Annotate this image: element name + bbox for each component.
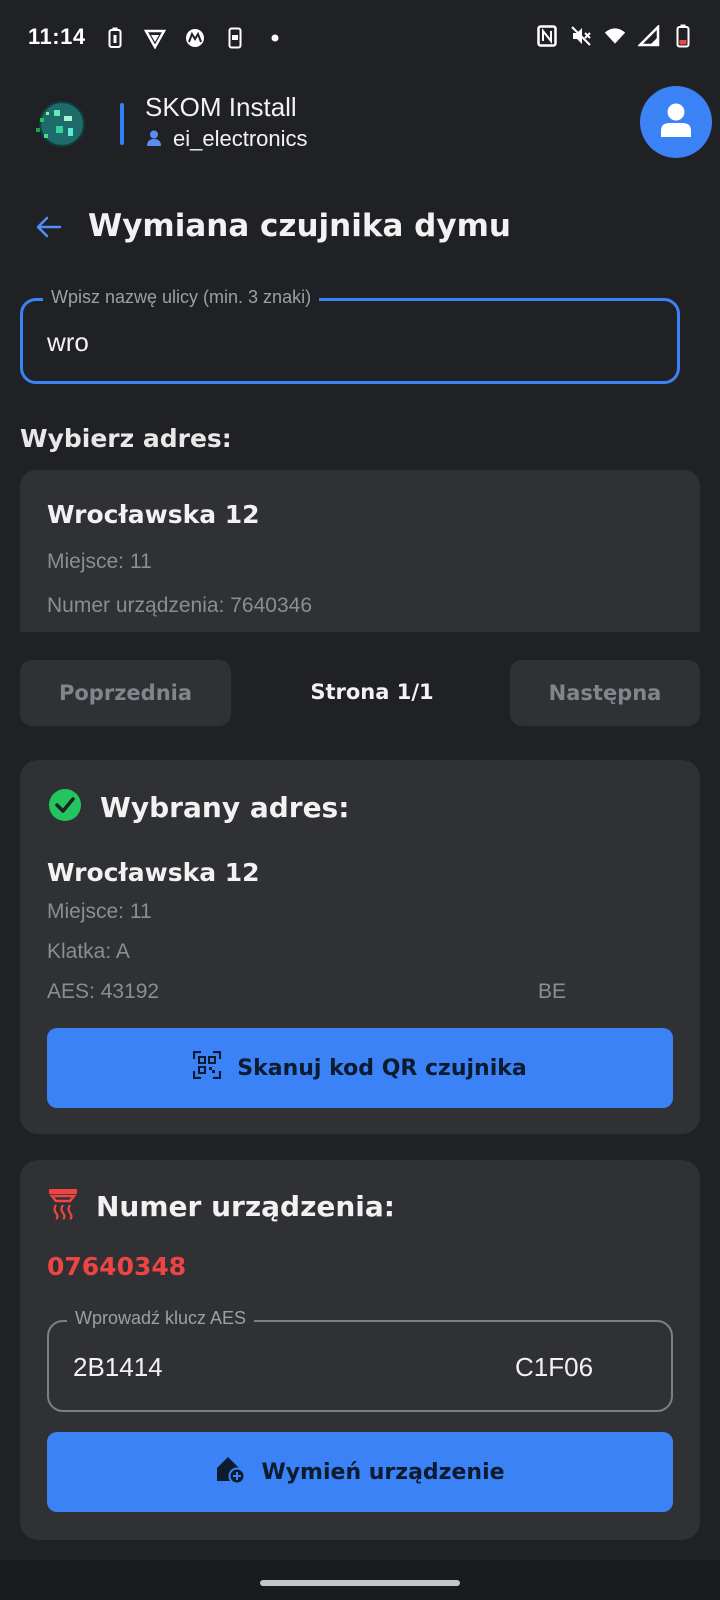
motorola-icon xyxy=(184,26,206,50)
device-header: Numer urządzenia: xyxy=(48,1188,395,1224)
header-divider xyxy=(120,103,124,145)
gesture-handle[interactable] xyxy=(260,1580,460,1586)
vpn-shield-icon xyxy=(144,26,166,50)
user-info: ei_electronics xyxy=(147,126,308,152)
next-page-button[interactable]: Następna xyxy=(510,660,700,726)
selected-place: Miejsce: 11 xyxy=(47,900,152,923)
system-nav-bar xyxy=(0,1560,720,1600)
back-button[interactable] xyxy=(24,204,74,254)
address-device-number: Numer urządzenia: 7640346 xyxy=(47,594,313,617)
device-card: Numer urządzenia: 07640348 Wprowadź kluc… xyxy=(20,1160,700,1540)
status-bar: 11:14 xyxy=(0,0,720,76)
status-time: 11:14 xyxy=(28,24,86,49)
username: ei_electronics xyxy=(173,126,308,151)
mute-icon xyxy=(570,24,592,48)
device-number-heading: Numer urządzenia: xyxy=(96,1189,395,1223)
qr-scan-icon xyxy=(193,1050,222,1085)
selected-staircase: Klatka: A xyxy=(47,940,130,963)
selected-address-heading: Wybrany adres: xyxy=(100,790,350,824)
selected-street: Wrocławska 12 xyxy=(47,858,260,887)
replace-device-label: Wymień urządzenie xyxy=(261,1459,505,1485)
smoke-detector-icon xyxy=(48,1188,78,1224)
selected-address-header: Wybrany adres: xyxy=(48,788,349,826)
aes-key-value-part1[interactable]: 2B1414 xyxy=(73,1352,163,1383)
signal-icon xyxy=(638,24,660,48)
battery-saver-icon xyxy=(104,26,126,50)
address-list-label: Wybierz adres: xyxy=(20,424,232,453)
status-notification-icons xyxy=(104,26,286,50)
nfc-icon xyxy=(536,24,558,48)
pagination: Poprzednia Strona 1/1 Następna xyxy=(20,660,700,726)
selected-aes: AES: 43192 xyxy=(47,980,160,1003)
home-add-icon xyxy=(215,1454,246,1490)
aes-key-input[interactable]: Wprowadź klucz AES 2B1414 C1F06 xyxy=(47,1308,673,1412)
page-indicator: Strona 1/1 xyxy=(310,680,434,704)
app-logo xyxy=(34,98,86,150)
app-name: SKOM Install xyxy=(145,92,297,122)
replace-device-button[interactable]: Wymień urządzenie xyxy=(47,1432,673,1512)
street-search-label: Wpisz nazwę ulicy (min. 3 znaki) xyxy=(43,287,320,308)
dot-icon xyxy=(264,26,286,50)
address-street: Wrocławska 12 xyxy=(47,500,260,529)
battery-low-icon xyxy=(672,24,694,48)
scan-qr-label: Skanuj kod QR czujnika xyxy=(237,1055,527,1081)
phone-storage-icon xyxy=(224,26,246,50)
scan-qr-button[interactable]: Skanuj kod QR czujnika xyxy=(47,1028,673,1108)
address-place: Miejsce: 11 xyxy=(47,550,152,573)
aes-key-value-part2[interactable]: C1F06 xyxy=(515,1352,593,1383)
wifi-icon xyxy=(604,24,626,48)
previous-page-button[interactable]: Poprzednia xyxy=(20,660,231,726)
user-icon xyxy=(147,126,161,152)
street-search-input[interactable]: Wpisz nazwę ulicy (min. 3 znaki) wro xyxy=(20,287,680,384)
street-search-value[interactable]: wro xyxy=(47,327,89,358)
address-list-item[interactable]: Wrocławska 12 Miejsce: 11 Numer urządzen… xyxy=(20,470,700,632)
page-title-row: Wymiana czujnika dymu xyxy=(0,196,720,260)
person-icon xyxy=(661,103,691,141)
selected-aes-suffix: BE xyxy=(538,980,567,1003)
device-number: 07640348 xyxy=(47,1252,187,1281)
app-screen: 11:14 SKOM Install ei_electronics Wymian… xyxy=(0,0,720,1600)
selected-address-card: Wybrany adres: Wrocławska 12 Miejsce: 11… xyxy=(20,760,700,1134)
arrow-left-icon xyxy=(36,216,62,242)
page-title: Wymiana czujnika dymu xyxy=(88,208,511,244)
aes-key-label: Wprowadź klucz AES xyxy=(67,1308,255,1329)
status-system-icons xyxy=(536,24,694,48)
app-header: SKOM Install ei_electronics xyxy=(0,86,720,176)
profile-avatar-button[interactable] xyxy=(640,86,712,158)
check-circle-icon xyxy=(48,788,82,826)
